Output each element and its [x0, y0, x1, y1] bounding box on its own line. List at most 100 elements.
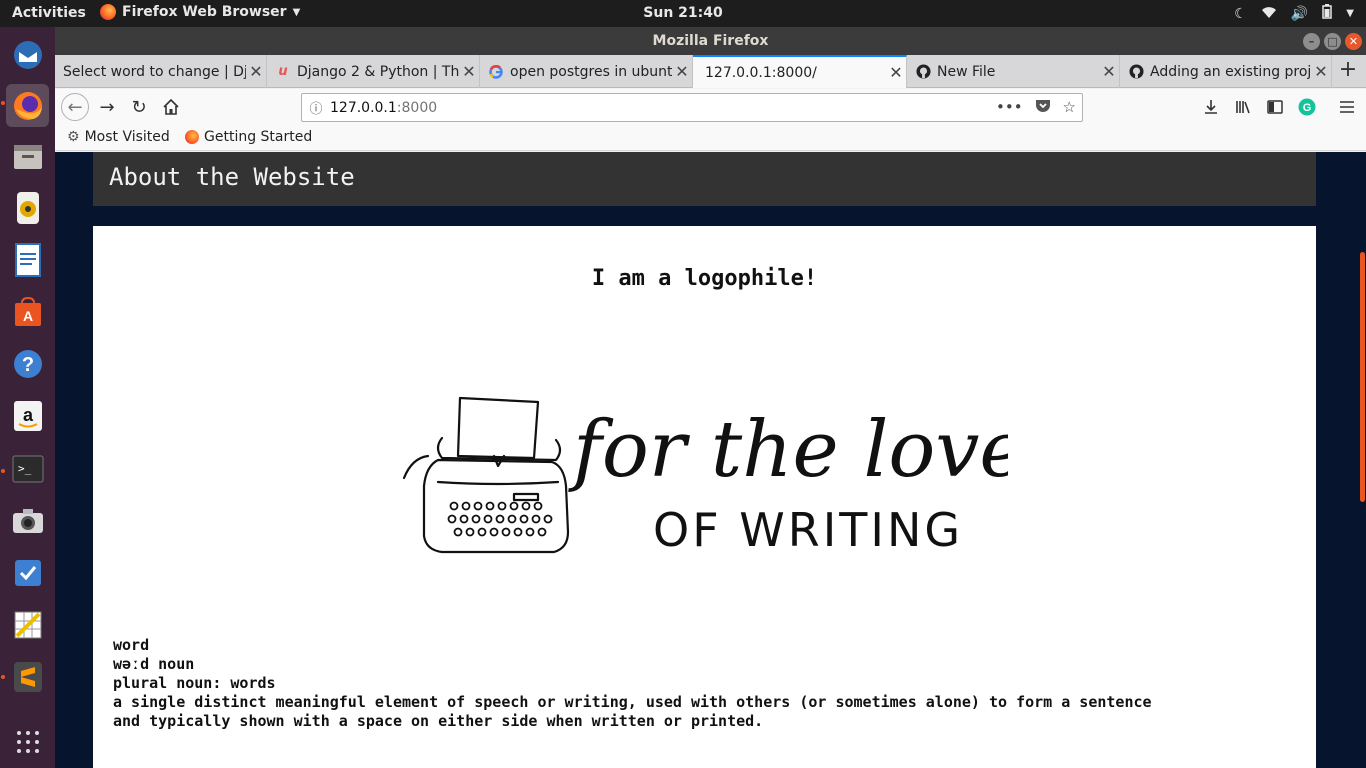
window-titlebar[interactable]: Mozilla Firefox – □ ✕ — [55, 27, 1366, 55]
firefox-icon[interactable] — [6, 84, 49, 127]
sudoku-icon[interactable] — [6, 603, 49, 646]
reload-button[interactable]: ↻ — [125, 93, 153, 121]
bookmark-most-visited[interactable]: ⚙ Most Visited — [67, 129, 170, 145]
thunderbird-icon[interactable] — [6, 33, 49, 76]
tab-title: Select word to change | Dj — [63, 63, 246, 80]
gear-icon: ⚙ — [67, 129, 80, 145]
for-the-love-of-writing-logo: for the love OF WRITING — [402, 396, 1008, 556]
rhythmbox-icon[interactable] — [6, 186, 49, 229]
tab-udemy[interactable]: u Django 2 & Python | The ✕ — [267, 55, 480, 88]
wifi-icon — [1261, 5, 1277, 23]
activities-button[interactable]: Activities — [12, 5, 86, 21]
url-bar[interactable]: ⓘ 127.0.0.1:8000 ••• ☆ — [301, 93, 1083, 122]
system-top-bar: Activities Firefox Web Browser ▼ Sun 21:… — [0, 0, 1366, 27]
url-port: :8000 — [396, 99, 438, 116]
running-indicator — [1, 675, 5, 679]
app-menu-label: Firefox Web Browser — [122, 4, 287, 20]
svg-text:>_: >_ — [18, 462, 32, 475]
software-center-icon[interactable]: A — [6, 290, 49, 333]
info-icon[interactable]: ⓘ — [302, 98, 330, 117]
tab-django-admin[interactable]: Select word to change | Dj ✕ — [55, 55, 267, 88]
close-icon[interactable]: ✕ — [886, 63, 906, 82]
chevron-down-icon: ▼ — [292, 6, 301, 18]
tab-title: open postgres in ubunt — [510, 63, 672, 80]
downloads-icon[interactable] — [1197, 93, 1225, 121]
logo-line2: OF WRITING — [653, 503, 963, 556]
logo-line1: for the love — [568, 405, 1008, 495]
close-icon[interactable]: ✕ — [459, 62, 479, 81]
github-icon — [915, 64, 931, 80]
pocket-icon[interactable] — [1035, 98, 1051, 117]
firefox-window: Mozilla Firefox – □ ✕ Select word to cha… — [55, 27, 1366, 768]
files-icon[interactable] — [6, 135, 49, 178]
bookmarks-toolbar: ⚙ Most Visited Getting Started — [55, 125, 1366, 151]
navigation-toolbar: ← → ↻ ⓘ 127.0.0.1:8000 ••• ☆ G — [55, 89, 1366, 125]
tab-google-search[interactable]: open postgres in ubunt ✕ — [480, 55, 693, 88]
tab-title: 127.0.0.1:8000/ — [705, 64, 817, 81]
tab-github-new-file[interactable]: New File ✕ — [907, 55, 1120, 88]
page-heading: I am a logophile! — [591, 266, 818, 291]
google-icon — [488, 64, 504, 80]
help-icon[interactable]: ? — [6, 342, 49, 385]
definition-text-continued: and typically shown with a space on eith… — [113, 712, 764, 730]
tab-bar: Select word to change | Dj ✕ u Django 2 … — [55, 55, 1366, 88]
terminal-icon[interactable]: >_ — [6, 447, 49, 490]
night-light-icon: ☾ — [1234, 5, 1247, 22]
home-button[interactable] — [157, 93, 185, 121]
forward-button[interactable]: → — [93, 93, 121, 121]
new-tab-button[interactable]: + — [1336, 59, 1360, 83]
close-icon[interactable]: ✕ — [246, 62, 266, 81]
definition-plural: plural noun: words — [113, 674, 276, 692]
url-host: 127.0.0.1 — [330, 99, 397, 116]
close-window-button[interactable]: ✕ — [1345, 33, 1362, 50]
firefox-icon — [185, 130, 199, 144]
show-applications-icon[interactable] — [6, 720, 49, 763]
web-page: About the Website I am a logophile! for … — [55, 152, 1366, 768]
svg-text:G: G — [1303, 102, 1312, 114]
tab-title: Django 2 & Python | The — [297, 63, 459, 80]
scrollbar-thumb[interactable] — [1360, 252, 1365, 502]
grammarly-icon[interactable]: G — [1293, 93, 1321, 121]
section-title: About the Website — [109, 163, 355, 191]
amazon-icon[interactable]: a — [6, 394, 49, 437]
maximize-button[interactable]: □ — [1324, 33, 1341, 50]
libreoffice-writer-icon[interactable] — [6, 238, 49, 281]
close-icon[interactable]: ✕ — [1099, 62, 1119, 81]
tab-title: Adding an existing proj — [1150, 63, 1311, 80]
running-indicator — [1, 101, 5, 105]
bookmark-star-icon[interactable]: ☆ — [1063, 98, 1076, 117]
app-menu[interactable]: Firefox Web Browser ▼ — [100, 4, 300, 20]
close-icon[interactable]: ✕ — [672, 62, 692, 81]
back-button[interactable]: ← — [61, 93, 89, 121]
bookmark-label: Getting Started — [204, 129, 313, 145]
tab-title: New File — [937, 63, 996, 80]
chevron-down-icon: ▼ — [1346, 8, 1354, 19]
bookmark-label: Most Visited — [84, 129, 170, 145]
page-actions-icon[interactable]: ••• — [996, 98, 1023, 117]
tab-localhost[interactable]: 127.0.0.1:8000/ ✕ — [693, 55, 907, 88]
battery-icon — [1322, 4, 1333, 23]
library-icon[interactable] — [1229, 93, 1257, 121]
about-header: About the Website — [93, 152, 1316, 206]
svg-text:a: a — [22, 405, 33, 425]
system-tray[interactable]: ☾ 🔊 ▼ — [1234, 4, 1354, 23]
dock: A ? a >_ — [0, 27, 55, 768]
bookmark-getting-started[interactable]: Getting Started — [185, 129, 312, 145]
content-card: I am a logophile! for the love OF WRITIN… — [93, 226, 1316, 768]
tasks-icon[interactable] — [6, 551, 49, 594]
volume-icon: 🔊 — [1290, 5, 1309, 22]
menu-icon[interactable] — [1333, 93, 1361, 121]
window-title: Mozilla Firefox — [652, 33, 769, 49]
scrollbar[interactable] — [1358, 152, 1366, 768]
word-definition: word wəːd noun plural noun: words a sing… — [113, 636, 1293, 731]
firefox-icon — [100, 4, 116, 20]
camera-icon[interactable] — [6, 499, 49, 542]
minimize-button[interactable]: – — [1303, 33, 1320, 50]
sublime-text-icon[interactable] — [6, 655, 49, 698]
svg-text:?: ? — [21, 354, 33, 376]
tab-github-existing-project[interactable]: Adding an existing proj ✕ — [1120, 55, 1332, 88]
clock[interactable]: Sun 21:40 — [643, 5, 722, 21]
close-icon[interactable]: ✕ — [1311, 62, 1331, 81]
udemy-icon: u — [278, 64, 288, 79]
sidebar-icon[interactable] — [1261, 93, 1289, 121]
